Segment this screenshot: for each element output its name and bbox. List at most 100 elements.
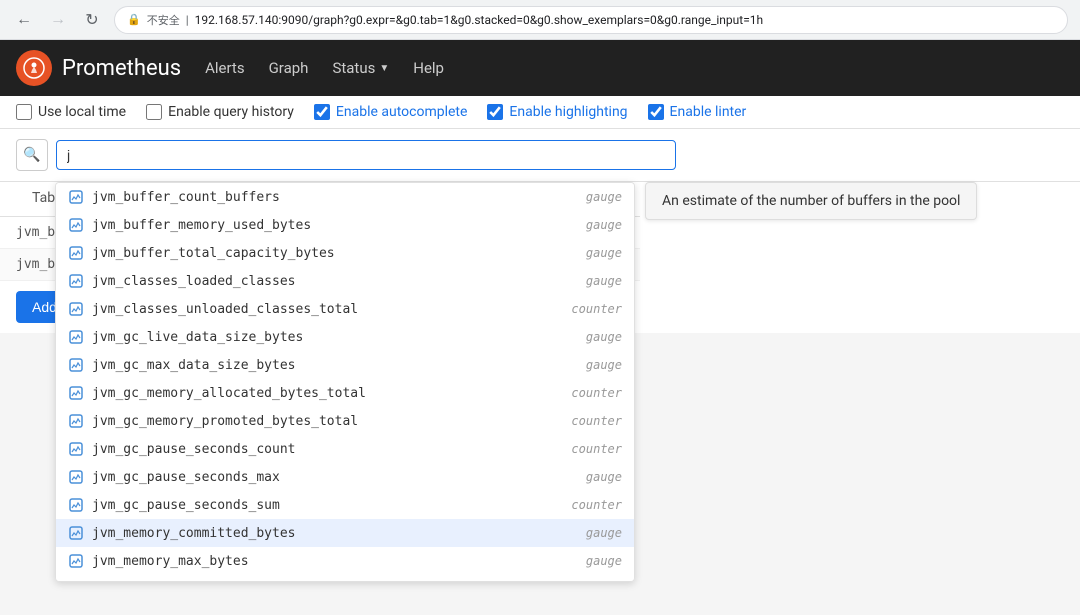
navbar-status[interactable]: Status ▼: [332, 59, 389, 77]
enable-highlighting-toggle[interactable]: Enable highlighting: [487, 104, 627, 120]
item-type-0: gauge: [586, 190, 622, 204]
lock-icon: 🔒: [127, 13, 141, 26]
forward-button[interactable]: →: [46, 8, 70, 32]
item-name-11: jvm_gc_pause_seconds_sum: [92, 498, 280, 513]
autocomplete-item[interactable]: jvm_gc_live_data_size_bytes gauge: [56, 323, 634, 351]
item-type-13: gauge: [586, 554, 622, 568]
enable-highlighting-checkbox[interactable]: [487, 104, 503, 120]
metric-icon: [68, 441, 84, 457]
search-bar: 🔍: [0, 129, 1080, 182]
toolbar: Use local time Enable query history Enab…: [0, 96, 1080, 129]
metric-icon: [68, 497, 84, 513]
metric-icon: [68, 301, 84, 317]
metric-icon: [68, 357, 84, 373]
security-warning: 不安全: [147, 12, 180, 28]
url-display: 192.168.57.140:9090/graph?g0.expr=&g0.ta…: [195, 13, 764, 27]
metric-icon: [68, 385, 84, 401]
brand-name: Prometheus: [62, 56, 181, 81]
navbar: Prometheus Alerts Graph Status ▼ Help: [0, 40, 1080, 96]
use-local-time-label: Use local time: [38, 104, 126, 120]
item-type-11: counter: [571, 498, 622, 512]
metric-icon: [68, 581, 84, 582]
enable-autocomplete-toggle[interactable]: Enable autocomplete: [314, 104, 468, 120]
search-icon: 🔍: [23, 147, 40, 163]
autocomplete-item[interactable]: jvm_gc_pause_seconds_max gauge: [56, 463, 634, 491]
item-type-4: counter: [571, 302, 622, 316]
back-button[interactable]: ←: [12, 8, 36, 32]
url-text: |: [186, 13, 189, 27]
item-type-8: counter: [571, 414, 622, 428]
enable-linter-toggle[interactable]: Enable linter: [648, 104, 747, 120]
enable-autocomplete-checkbox[interactable]: [314, 104, 330, 120]
use-local-time-checkbox[interactable]: [16, 104, 32, 120]
item-type-5: gauge: [586, 330, 622, 344]
autocomplete-item-selected[interactable]: jvm_memory_committed_bytes gauge: [56, 519, 634, 547]
autocomplete-item[interactable]: jvm_gc_pause_seconds_sum counter: [56, 491, 634, 519]
item-name-8: jvm_gc_memory_promoted_bytes_total: [92, 414, 358, 429]
item-name-5: jvm_gc_live_data_size_bytes: [92, 330, 303, 345]
chevron-down-icon: ▼: [379, 63, 389, 74]
autocomplete-item[interactable]: jvm_classes_unloaded_classes_total count…: [56, 295, 634, 323]
enable-query-history-label: Enable query history: [168, 104, 294, 120]
navbar-alerts[interactable]: Alerts: [205, 55, 245, 81]
prometheus-logo: [16, 50, 52, 86]
autocomplete-item[interactable]: jvm_memory_max_bytes gauge: [56, 547, 634, 575]
search-input[interactable]: [56, 140, 676, 170]
item-name-0: jvm_buffer_count_buffers: [92, 190, 280, 205]
autocomplete-item[interactable]: jvm_buffer_memory_used_bytes gauge: [56, 211, 634, 239]
enable-query-history-toggle[interactable]: Enable query history: [146, 104, 294, 120]
autocomplete-item[interactable]: jvm_buffer_count_buffers gauge: [56, 183, 634, 211]
autocomplete-item[interactable]: jvm_classes_loaded_classes gauge: [56, 267, 634, 295]
item-type-1: gauge: [586, 218, 622, 232]
navbar-help[interactable]: Help: [413, 55, 444, 81]
autocomplete-dropdown: jvm_buffer_count_buffers gauge jvm_buffe…: [55, 182, 635, 582]
metric-icon: [68, 469, 84, 485]
tooltip-text: An estimate of the number of buffers in …: [662, 193, 960, 209]
search-icon-wrap: 🔍: [16, 139, 48, 171]
item-name-13: jvm_memory_max_bytes: [92, 554, 249, 569]
item-type-9: counter: [571, 442, 622, 456]
item-name-9: jvm_gc_pause_seconds_count: [92, 442, 296, 457]
prometheus-logo-icon: [23, 57, 45, 79]
item-type-12: gauge: [586, 526, 622, 540]
item-name-10: jvm_gc_pause_seconds_max: [92, 470, 280, 485]
table-row-label-2: jvm_b: [16, 257, 55, 272]
item-name-1: jvm_buffer_memory_used_bytes: [92, 218, 311, 233]
tooltip-box: An estimate of the number of buffers in …: [645, 182, 977, 220]
enable-highlighting-label: Enable highlighting: [509, 104, 627, 120]
brand: Prometheus: [16, 50, 181, 86]
autocomplete-item[interactable]: jvm_gc_pause_seconds_count counter: [56, 435, 634, 463]
navbar-status-label: Status: [332, 59, 375, 77]
enable-query-history-checkbox[interactable]: [146, 104, 162, 120]
metric-icon: [68, 413, 84, 429]
autocomplete-item[interactable]: jvm_memory_used_bytes gauge: [56, 575, 634, 582]
content-area: Table ‹ jvm_b job="springboot-demo"} jvm…: [0, 182, 1080, 333]
autocomplete-item[interactable]: jvm_buffer_total_capacity_bytes gauge: [56, 239, 634, 267]
metric-icon: [68, 273, 84, 289]
autocomplete-item[interactable]: jvm_gc_memory_promoted_bytes_total count…: [56, 407, 634, 435]
main-content: 🔍 Table ‹ jvm_b job="springboot-demo"}: [0, 129, 1080, 333]
metric-icon: [68, 245, 84, 261]
metric-icon: [68, 553, 84, 569]
metric-icon: [68, 189, 84, 205]
item-name-14: jvm_memory_used_bytes: [92, 582, 256, 583]
item-name-2: jvm_buffer_total_capacity_bytes: [92, 246, 335, 261]
item-type-10: gauge: [586, 470, 622, 484]
navbar-graph[interactable]: Graph: [269, 55, 309, 81]
item-type-2: gauge: [586, 246, 622, 260]
item-name-6: jvm_gc_max_data_size_bytes: [92, 358, 296, 373]
browser-bar: ← → ↻ 🔒 不安全 | 192.168.57.140:9090/graph?…: [0, 0, 1080, 40]
use-local-time-toggle[interactable]: Use local time: [16, 104, 126, 120]
item-name-7: jvm_gc_memory_allocated_bytes_total: [92, 386, 366, 401]
item-name-3: jvm_classes_loaded_classes: [92, 274, 296, 289]
reload-button[interactable]: ↻: [80, 8, 104, 32]
enable-autocomplete-label: Enable autocomplete: [336, 104, 468, 120]
enable-linter-checkbox[interactable]: [648, 104, 664, 120]
item-type-3: gauge: [586, 274, 622, 288]
metric-icon: [68, 217, 84, 233]
item-name-12: jvm_memory_committed_bytes: [92, 526, 296, 541]
autocomplete-item[interactable]: jvm_gc_memory_allocated_bytes_total coun…: [56, 379, 634, 407]
metric-icon: [68, 329, 84, 345]
autocomplete-item[interactable]: jvm_gc_max_data_size_bytes gauge: [56, 351, 634, 379]
enable-linter-label: Enable linter: [670, 104, 747, 120]
